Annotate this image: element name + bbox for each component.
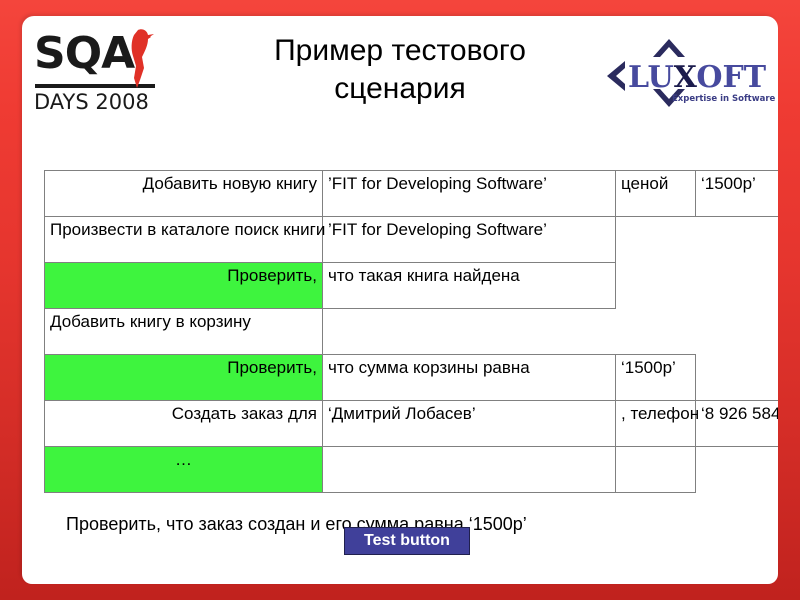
table-cell: , телефон	[615, 400, 699, 447]
luxoft-tagline: Expertise in Software Services	[672, 94, 778, 104]
table-cell: ‘Дмитрий Лобасев’	[322, 400, 616, 447]
table-cell: Произвести в каталоге поиск книги	[44, 216, 325, 263]
woodpecker-bird-icon	[131, 29, 154, 88]
table-cell: ’FIT for Developing Software’	[322, 170, 616, 217]
luxoft-wordmark-x: X	[673, 60, 697, 95]
page-title: Пример тестового сценария	[200, 32, 600, 108]
slide-frame: SQA DAYS 2008 Пример тестового сценария	[0, 0, 800, 600]
table-cell	[615, 446, 696, 493]
sqa-days-logo: SQA DAYS 2008	[32, 28, 172, 120]
table-row: Добавить книгу в корзину	[44, 308, 779, 355]
table-row: Проверить, что такая книга найдена	[44, 262, 779, 309]
table-cell: ‘1500р’	[695, 170, 778, 217]
table-cell: что сумма корзины равна	[322, 354, 616, 401]
table-row: Добавить новую книгу ’FIT for Developing …	[44, 170, 778, 217]
table-cell: ’FIT for Developing Software’	[322, 216, 616, 263]
page-title-line-1: Пример тестового	[274, 34, 526, 67]
chevron-up-icon	[653, 39, 685, 57]
table-cell: Создать заказ для	[44, 400, 323, 447]
luxoft-wordmark: LUXOFT	[628, 60, 766, 95]
table-row: …	[44, 446, 779, 493]
test-button[interactable]: Test button	[344, 527, 470, 555]
test-scenario-table: Добавить новую книгу ’FIT for Developing …	[44, 170, 778, 493]
table-cell: Добавить новую книгу	[44, 170, 323, 217]
table-row: Создать заказ для ‘Дмитрий Лобасев’, теле…	[44, 400, 778, 447]
slide-content-area: SQA DAYS 2008 Пример тестового сценария	[22, 16, 778, 584]
luxoft-logo: LUXOFT Expertise in Software Services	[600, 34, 778, 118]
table-cell: ‘8 926 5843911’,	[695, 400, 778, 447]
luxoft-wordmark-part2: OFT	[696, 60, 767, 95]
table-cell: что такая книга найдена	[322, 262, 616, 309]
luxoft-wordmark-part1: LU	[628, 60, 674, 95]
table-row: Проверить, что сумма корзины равна ‘1500р’	[44, 354, 779, 401]
page-title-line-2: сценария	[334, 72, 466, 105]
table-cell: ‘1500р’	[615, 354, 696, 401]
slide-header: SQA DAYS 2008 Пример тестового сценария	[22, 16, 778, 138]
table-cell	[322, 446, 616, 493]
test-scenario-table-body: Добавить новую книгу ’FIT for Developing …	[44, 170, 779, 493]
table-cell: Добавить книгу в корзину	[44, 308, 323, 355]
table-cell-highlighted: Проверить,	[44, 354, 323, 401]
chevron-left-icon	[607, 61, 625, 91]
table-cell: ценой	[615, 170, 696, 217]
table-cell-highlighted: Проверить,	[44, 262, 323, 309]
sqa-logo-subtitle: DAYS 2008	[34, 90, 149, 114]
table-cell-highlighted: …	[44, 446, 323, 493]
table-row: Произвести в каталоге поиск книги ’FIT fo…	[44, 216, 779, 263]
